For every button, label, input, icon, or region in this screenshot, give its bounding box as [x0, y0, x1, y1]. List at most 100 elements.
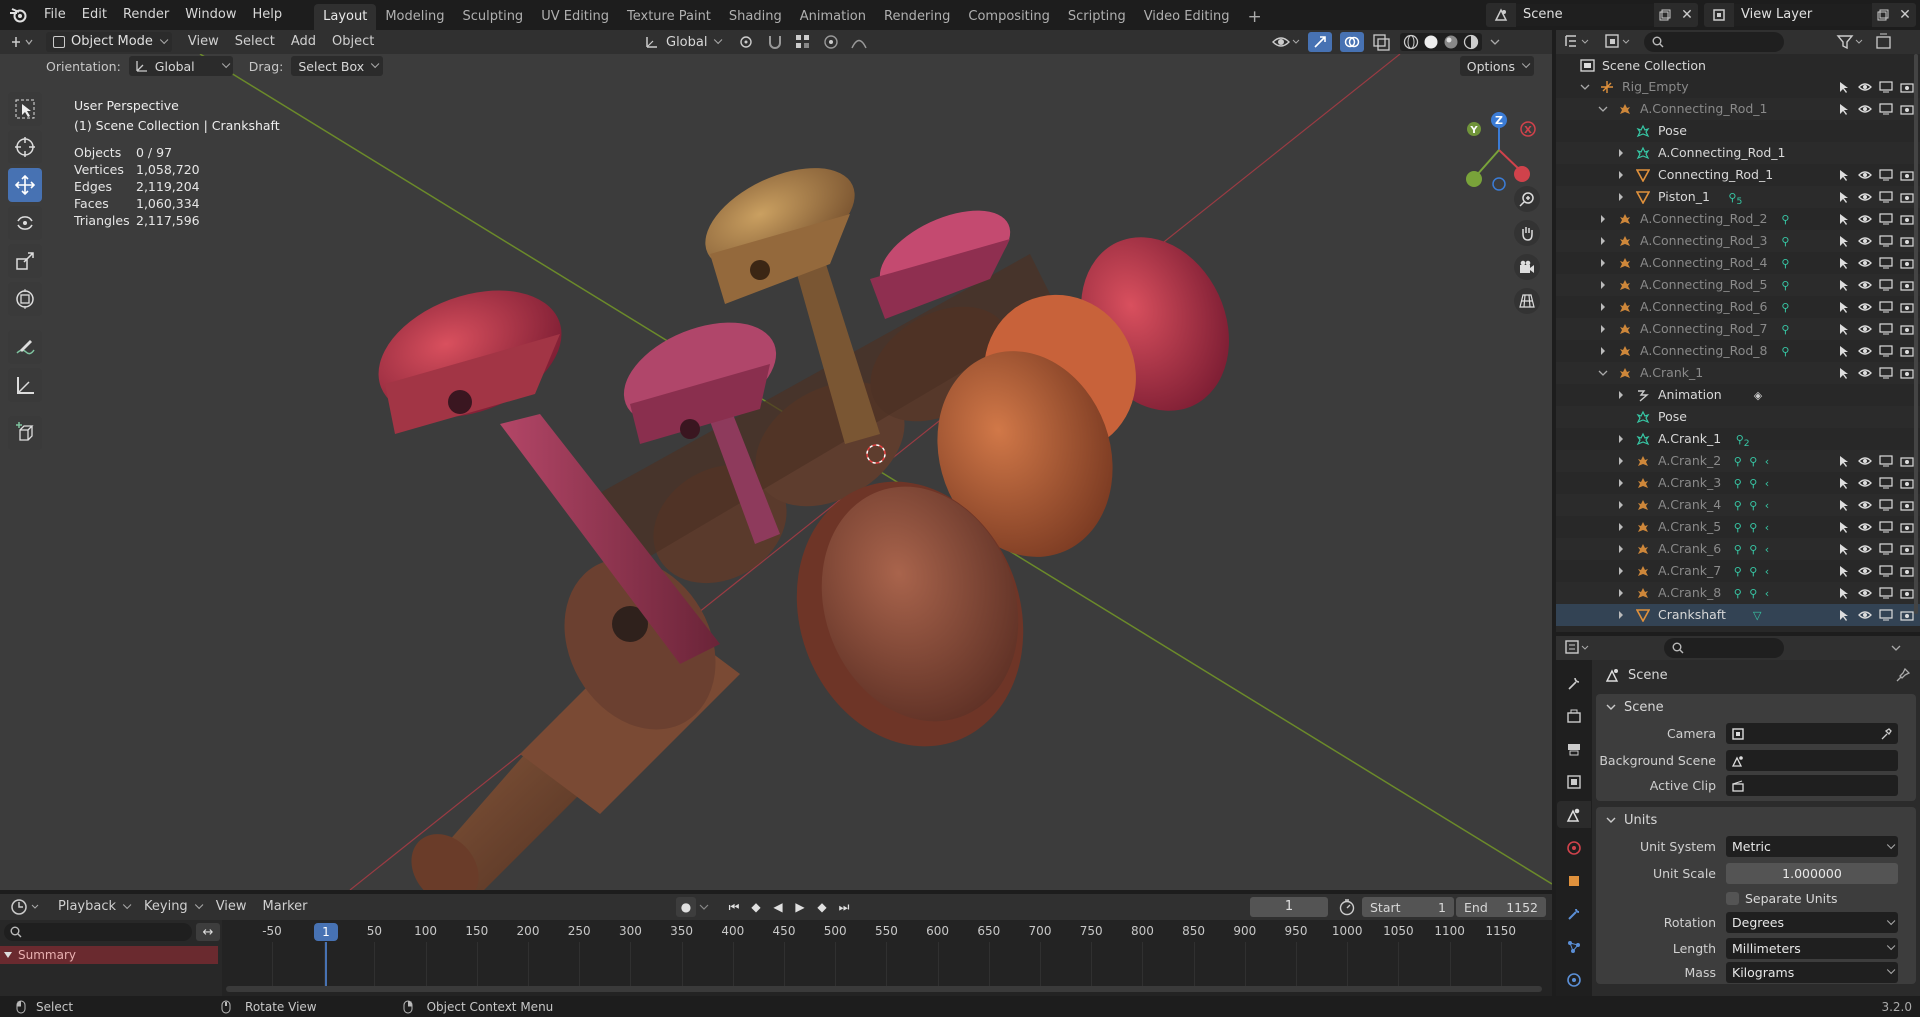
display-mode-icon[interactable] [1604, 32, 1640, 52]
delete-scene-icon[interactable]: ✕ [1676, 3, 1698, 27]
tab-compositing[interactable]: Compositing [959, 4, 1059, 30]
timeline-editor-icon[interactable] [10, 897, 50, 917]
perspective-toggle-icon[interactable] [1514, 288, 1540, 314]
eye-icon[interactable] [1858, 608, 1872, 622]
eye-icon[interactable] [1858, 102, 1872, 116]
eye-icon[interactable] [1858, 300, 1872, 314]
render-toggle-icon[interactable] [1900, 256, 1914, 270]
select-toggle-icon[interactable] [1837, 322, 1851, 336]
render-toggle-icon[interactable] [1900, 564, 1914, 578]
outliner-row[interactable]: A.Crank_3 ⚲ ⚲ ‹ [1556, 472, 1920, 494]
object-tab-icon[interactable] [1560, 867, 1588, 894]
render-toggle-icon[interactable] [1900, 102, 1914, 116]
outliner-row[interactable]: Crankshaft ▽ [1556, 604, 1920, 626]
viewport-toggle-icon[interactable] [1879, 542, 1893, 556]
viewport-toggle-icon[interactable] [1879, 344, 1893, 358]
neg-z-axis-handle[interactable] [1492, 177, 1506, 191]
outliner-row[interactable]: A.Crank_1 ⚲2 [1556, 428, 1920, 450]
select-toggle-icon[interactable] [1837, 564, 1851, 578]
menu-file[interactable]: File [36, 0, 74, 30]
unit-scale-field[interactable]: 1.000000 [1726, 863, 1898, 884]
viewport-toggle-icon[interactable] [1879, 212, 1893, 226]
overlay-toggle-icon[interactable] [1340, 32, 1364, 52]
menu-edit[interactable]: Edit [74, 0, 115, 30]
record-options-icon[interactable] [698, 897, 710, 917]
snap-icon[interactable] [766, 33, 784, 51]
current-frame-field[interactable]: 1 [1250, 897, 1328, 917]
menu-add[interactable]: Add [283, 31, 324, 53]
outliner-row[interactable]: A.Connecting_Rod_6 ⚲ [1556, 296, 1920, 318]
units-panel-header[interactable]: Units [1596, 807, 1916, 833]
eye-icon[interactable] [1858, 234, 1872, 248]
scene-name-field[interactable]: Scene [1516, 4, 1654, 26]
new-collection-icon[interactable] [1874, 32, 1896, 52]
chevron-right-icon[interactable] [1616, 170, 1626, 180]
eye-icon[interactable] [1858, 80, 1872, 94]
tab-animation[interactable]: Animation [791, 4, 875, 30]
chevron-right-icon[interactable] [1598, 280, 1608, 290]
render-toggle-icon[interactable] [1900, 520, 1914, 534]
render-toggle-icon[interactable] [1900, 190, 1914, 204]
chevron-right-icon[interactable] [1616, 544, 1626, 554]
play-reverse-icon[interactable]: ◀ [768, 897, 788, 917]
stopwatch-icon[interactable] [1338, 898, 1356, 916]
scene-icon[interactable] [1486, 3, 1516, 27]
outliner-row[interactable]: A.Crank_1 [1556, 362, 1920, 384]
render-toggle-icon[interactable] [1900, 322, 1914, 336]
modifier-tab-icon[interactable] [1560, 900, 1588, 927]
outliner-row[interactable]: Connecting_Rod_1 [1556, 164, 1920, 186]
menu-help[interactable]: Help [245, 0, 291, 30]
move-tool[interactable] [8, 168, 42, 202]
select-toggle-icon[interactable] [1837, 168, 1851, 182]
properties-search-field[interactable] [1664, 638, 1784, 658]
render-toggle-icon[interactable] [1900, 300, 1914, 314]
properties-options-icon[interactable] [1890, 638, 1904, 658]
scale-tool[interactable] [8, 244, 42, 278]
tool-tab-icon[interactable] [1560, 669, 1588, 696]
render-toggle-icon[interactable] [1900, 586, 1914, 600]
viewport-toggle-icon[interactable] [1879, 168, 1893, 182]
menu-object[interactable]: Object [324, 31, 382, 53]
3d-viewport[interactable]: Orientation: Global Drag: Select Box Opt… [0, 54, 1552, 890]
select-toggle-icon[interactable] [1837, 586, 1851, 600]
end-frame-field[interactable]: End 1152 [1456, 897, 1546, 917]
playhead[interactable] [325, 942, 327, 986]
outliner-row[interactable]: Animation ◈ [1556, 384, 1920, 406]
outliner-row[interactable]: A.Connecting_Rod_4 ⚲ [1556, 252, 1920, 274]
outliner-row[interactable]: A.Connecting_Rod_7 ⚲ [1556, 318, 1920, 340]
rendered-shading-icon[interactable] [1463, 34, 1479, 50]
eye-icon[interactable] [1858, 190, 1872, 204]
start-frame-field[interactable]: Start 1 [1362, 897, 1454, 917]
scene-panel-header[interactable]: Scene [1596, 694, 1916, 720]
render-toggle-icon[interactable] [1900, 278, 1914, 292]
eye-icon[interactable] [1858, 212, 1872, 226]
mode-selector[interactable]: Object Mode [46, 32, 172, 52]
pivot-icon[interactable] [738, 33, 756, 51]
options-dropdown[interactable]: Options [1459, 56, 1534, 76]
rotation-dropdown[interactable]: Degrees [1726, 912, 1898, 933]
eye-icon[interactable] [1858, 168, 1872, 182]
select-toggle-icon[interactable] [1837, 300, 1851, 314]
menu-view[interactable]: View [180, 31, 227, 53]
outliner-row[interactable]: A.Connecting_Rod_2 ⚲ [1556, 208, 1920, 230]
cursor-tool[interactable] [8, 130, 42, 164]
select-box-tool[interactable] [8, 92, 42, 126]
chevron-right-icon[interactable] [1598, 346, 1608, 356]
render-toggle-icon[interactable] [1900, 454, 1914, 468]
viewport-toggle-icon[interactable] [1879, 80, 1893, 94]
select-toggle-icon[interactable] [1837, 366, 1851, 380]
tab-shading[interactable]: Shading [720, 4, 791, 30]
chevron-right-icon[interactable] [1616, 500, 1626, 510]
viewport-toggle-icon[interactable] [1879, 366, 1893, 380]
render-toggle-icon[interactable] [1900, 542, 1914, 556]
unit-system-dropdown[interactable]: Metric [1726, 836, 1898, 857]
eye-icon[interactable] [1858, 520, 1872, 534]
menu-keying[interactable]: Keying [136, 896, 208, 918]
outliner-row[interactable]: Pose [1556, 120, 1920, 142]
select-toggle-icon[interactable] [1837, 498, 1851, 512]
menu-select[interactable]: Select [227, 31, 283, 53]
outliner-row[interactable]: A.Connecting_Rod_5 ⚲ [1556, 274, 1920, 296]
outliner-row[interactable]: A.Crank_4 ⚲ ⚲ ‹ [1556, 494, 1920, 516]
timeline-search-field[interactable] [4, 923, 192, 941]
select-toggle-icon[interactable] [1837, 102, 1851, 116]
